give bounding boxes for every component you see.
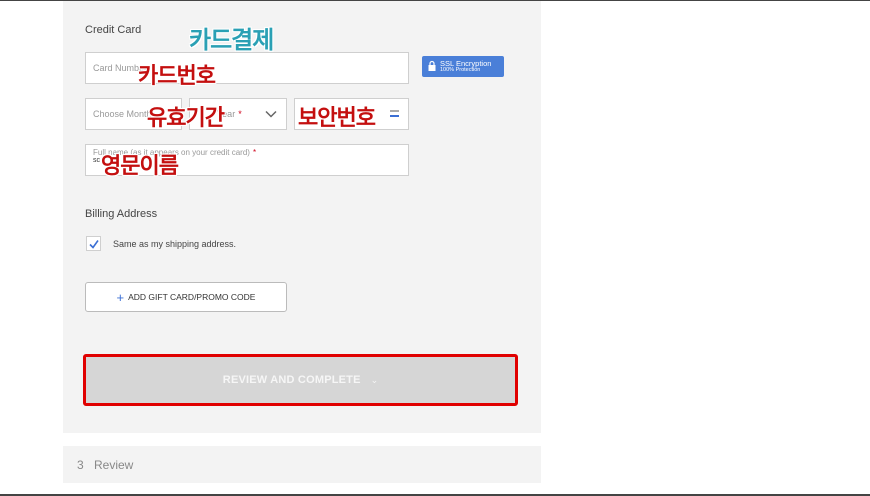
review-and-complete-label: REVIEW AND COMPLETE bbox=[222, 374, 361, 386]
billing-address-label: Billing Address bbox=[85, 208, 158, 220]
annotation-card-number: 카드번호 bbox=[138, 64, 216, 89]
annotation-english-name: 영문이름 bbox=[101, 154, 179, 179]
same-as-shipping-label: Same as my shipping address. bbox=[113, 239, 237, 249]
plus-icon: + bbox=[116, 289, 125, 305]
same-as-shipping-checkbox[interactable] bbox=[86, 236, 101, 251]
annotation-card-payment: 카드결제 bbox=[189, 26, 274, 54]
checkmark-icon bbox=[89, 240, 99, 249]
review-and-complete-button[interactable]: REVIEW AND COMPLETE ⌄ bbox=[83, 354, 518, 406]
year-required-mark: * bbox=[238, 109, 242, 119]
chevron-down-icon: ⌄ bbox=[370, 374, 379, 385]
lock-icon bbox=[428, 60, 436, 71]
step-review[interactable]: 3 Review bbox=[63, 446, 541, 483]
chevron-down-icon bbox=[265, 110, 277, 118]
month-placeholder: Choose Month bbox=[93, 109, 152, 119]
gift-card-label: ADD GIFT CARD/PROMO CODE bbox=[128, 292, 256, 302]
step-number: 3 bbox=[77, 458, 84, 472]
annotation-expiry: 유효기간 bbox=[147, 106, 225, 131]
credit-card-label: Credit Card bbox=[85, 24, 142, 36]
card-cvv-icon bbox=[390, 110, 399, 117]
annotation-security-code: 보안번호 bbox=[298, 106, 376, 131]
card-number-input[interactable]: Card Number bbox=[85, 52, 409, 84]
ssl-badge: SSL Encryption 100% Protection bbox=[422, 56, 504, 77]
step-label: Review bbox=[94, 458, 134, 472]
name-value: sc bbox=[93, 157, 100, 164]
name-required-mark: * bbox=[252, 148, 257, 157]
add-gift-card-button[interactable]: + ADD GIFT CARD/PROMO CODE bbox=[85, 282, 287, 312]
ssl-subtitle: 100% Protection bbox=[440, 67, 481, 73]
